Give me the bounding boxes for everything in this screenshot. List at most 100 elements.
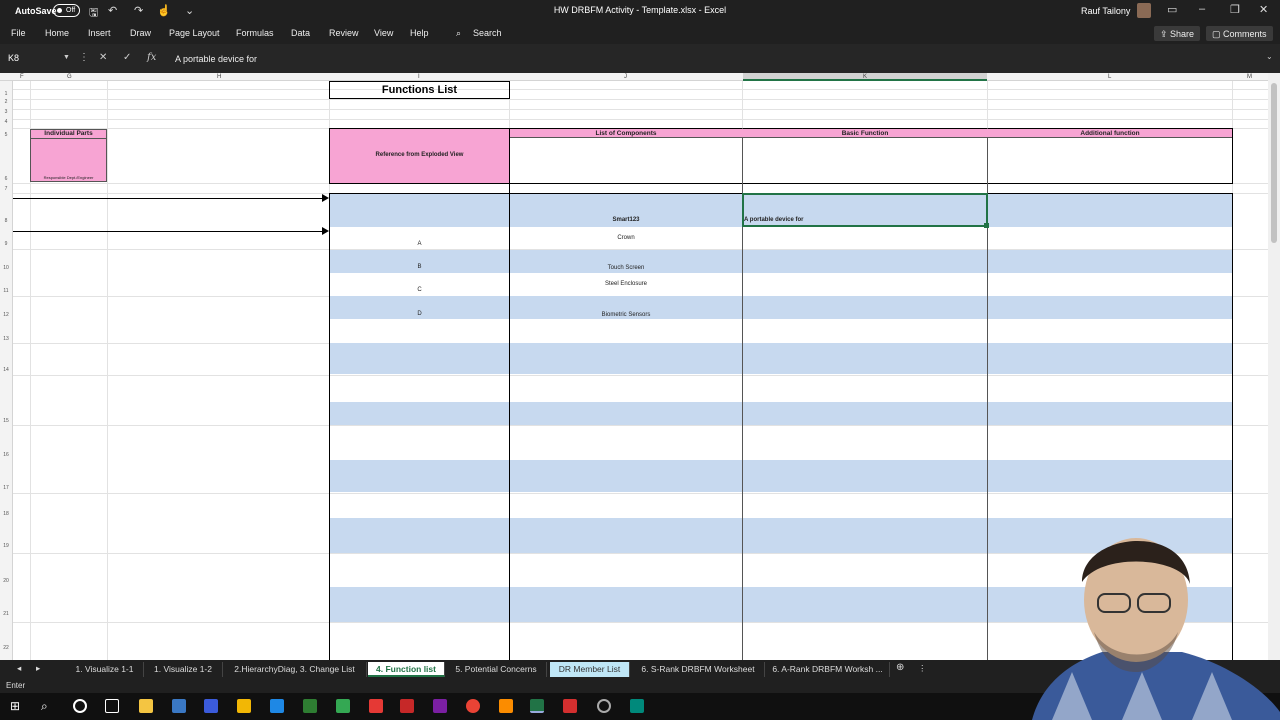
menu-page-layout[interactable]: Page Layout xyxy=(169,28,220,38)
search-label[interactable]: Search xyxy=(473,28,502,38)
row-header[interactable]: 12 xyxy=(0,312,12,318)
user-avatar[interactable] xyxy=(1137,3,1151,18)
components-header[interactable]: List of Components xyxy=(510,129,742,138)
menu-home[interactable]: Home xyxy=(45,28,69,38)
row-header[interactable]: 4 xyxy=(0,119,12,125)
formula-input[interactable]: A portable device for xyxy=(175,54,257,64)
cortana-icon[interactable] xyxy=(73,699,87,713)
column-header-i[interactable]: I xyxy=(418,73,420,81)
row-header[interactable]: 7 xyxy=(0,186,12,192)
menu-insert[interactable]: Insert xyxy=(88,28,111,38)
app-icon[interactable] xyxy=(237,699,251,713)
chrome-icon[interactable] xyxy=(466,699,480,713)
reference-cell[interactable]: B xyxy=(330,264,509,270)
component-cell[interactable]: Touch Screen xyxy=(510,265,742,271)
column-header-m[interactable]: M xyxy=(1247,73,1252,81)
product-name-cell[interactable]: Smart123 xyxy=(510,217,742,223)
row-header[interactable]: 11 xyxy=(0,288,12,294)
column-header-l[interactable]: L xyxy=(1108,73,1111,81)
column-header-h[interactable]: H xyxy=(217,73,221,81)
row-header[interactable]: 18 xyxy=(0,511,12,517)
active-cell-text[interactable]: A portable device for xyxy=(744,217,803,223)
more-sheets-icon[interactable]: ⋮ xyxy=(918,663,927,674)
ribbon-display-icon[interactable]: ▭ xyxy=(1167,3,1177,16)
row-header[interactable]: 17 xyxy=(0,485,12,491)
more-options-icon[interactable]: ⋮ xyxy=(79,52,89,63)
share-button[interactable]: ⇪ Share xyxy=(1154,26,1201,41)
sheet-tab[interactable]: 1. Visualize 1-2 xyxy=(144,662,223,677)
menu-view[interactable]: View xyxy=(374,28,393,38)
scroll-tabs-right-icon[interactable]: ▸ xyxy=(36,663,40,674)
insert-function-icon[interactable]: fx xyxy=(147,52,156,63)
reference-cell[interactable]: A xyxy=(330,241,509,247)
row-header[interactable]: 19 xyxy=(0,543,12,549)
app-icon[interactable] xyxy=(563,699,577,713)
sheet-tab-active[interactable]: 4. Function list xyxy=(368,662,445,677)
row-header[interactable]: 10 xyxy=(0,265,12,271)
row-header[interactable]: 20 xyxy=(0,578,12,584)
comments-button[interactable]: ▢ Comments xyxy=(1206,26,1273,41)
menu-help[interactable]: Help xyxy=(410,28,429,38)
user-name[interactable]: Rauf Tailony xyxy=(1081,6,1130,16)
app-icon[interactable] xyxy=(630,699,644,713)
add-sheet-icon[interactable]: ⊕ xyxy=(896,662,904,673)
search-icon[interactable]: ⌕ xyxy=(456,28,461,39)
column-header-f[interactable]: F xyxy=(20,73,24,81)
menu-data[interactable]: Data xyxy=(291,28,310,38)
app-icon[interactable] xyxy=(204,699,218,713)
sheet-tab[interactable]: 6. S-Rank DRBFM Worksheet xyxy=(632,662,765,677)
name-box[interactable]: K8 xyxy=(3,52,69,66)
row-header[interactable]: 13 xyxy=(0,336,12,342)
row-header[interactable]: 14 xyxy=(0,367,12,373)
row-header[interactable]: 6 xyxy=(0,176,12,182)
minimize-icon[interactable]: – xyxy=(1199,3,1205,15)
restore-icon[interactable]: ❐ xyxy=(1230,3,1240,16)
basic-function-header[interactable]: Basic Function xyxy=(743,129,987,138)
taskbar-search-icon[interactable]: ⌕ xyxy=(41,699,55,713)
component-cell[interactable]: Steel Enclosure xyxy=(510,281,742,287)
menu-formulas[interactable]: Formulas xyxy=(236,28,274,38)
sheet-tab[interactable]: 5. Potential Concerns xyxy=(446,662,547,677)
row-header[interactable]: 2 xyxy=(0,99,12,105)
column-header-g[interactable]: G xyxy=(67,73,72,81)
menu-draw[interactable]: Draw xyxy=(130,28,151,38)
row-header[interactable]: 16 xyxy=(0,452,12,458)
row-header[interactable]: 5 xyxy=(0,132,12,138)
scroll-tabs-left-icon[interactable]: ◂ xyxy=(17,663,21,674)
row-header[interactable]: 22 xyxy=(0,645,12,651)
calculator-icon[interactable] xyxy=(172,699,186,713)
todo-icon[interactable] xyxy=(270,699,284,713)
scrollbar-thumb[interactable] xyxy=(1271,83,1277,243)
additional-function-header[interactable]: Additional function xyxy=(988,129,1232,138)
app-icon[interactable] xyxy=(303,699,317,713)
sheet-tab[interactable]: 2.HierarchyDiag, 3. Change List xyxy=(223,662,367,677)
cancel-entry-icon[interactable]: ✕ xyxy=(99,52,107,63)
onenote-icon[interactable] xyxy=(433,699,447,713)
row-header[interactable]: 3 xyxy=(0,109,12,115)
reference-cell[interactable]: C xyxy=(330,287,509,293)
row-header[interactable]: 15 xyxy=(0,418,12,424)
row-header[interactable]: 1 xyxy=(0,91,12,97)
row-header[interactable]: 8 xyxy=(0,218,12,224)
sheet-tab[interactable]: 6. A-Rank DRBFM Worksh ... xyxy=(766,662,890,677)
component-cell[interactable]: Biometric Sensors xyxy=(510,312,742,318)
reference-cell[interactable]: D xyxy=(330,311,509,317)
column-header-j[interactable]: J xyxy=(624,73,627,81)
sheet-tab[interactable]: 1. Visualize 1-1 xyxy=(66,662,144,677)
component-cell[interactable]: Crown xyxy=(510,235,742,241)
app-icon[interactable] xyxy=(597,699,611,713)
sheet-tab[interactable]: DR Member List xyxy=(550,662,630,677)
google-drive-icon[interactable] xyxy=(336,699,350,713)
menu-file[interactable]: File xyxy=(11,28,26,38)
windows-start-icon[interactable]: ⊞ xyxy=(10,699,24,713)
name-box-dropdown-icon[interactable]: ▼ xyxy=(63,54,70,61)
excel-icon[interactable] xyxy=(530,699,544,713)
file-explorer-icon[interactable] xyxy=(139,699,153,713)
row-header[interactable]: 9 xyxy=(0,241,12,247)
expand-formula-bar-icon[interactable]: ⌄ xyxy=(1266,52,1273,61)
confirm-entry-icon[interactable]: ✓ xyxy=(123,52,131,63)
close-icon[interactable]: ✕ xyxy=(1259,3,1268,16)
fill-handle[interactable] xyxy=(984,223,989,228)
menu-review[interactable]: Review xyxy=(329,28,359,38)
app-icon[interactable] xyxy=(369,699,383,713)
